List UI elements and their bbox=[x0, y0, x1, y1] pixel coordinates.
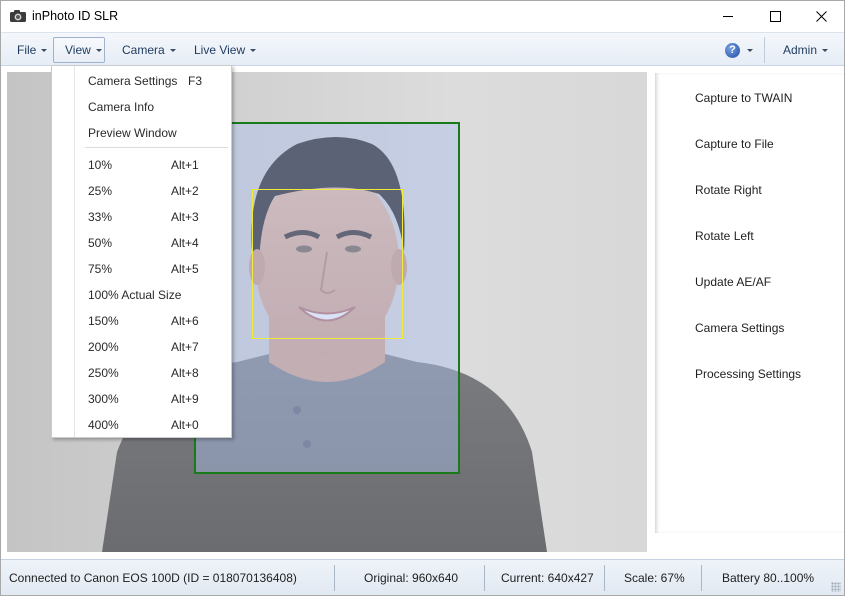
status-bar: Connected to Canon EOS 100D (ID = 018070… bbox=[1, 559, 844, 595]
status-divider bbox=[334, 565, 335, 591]
maximize-button[interactable] bbox=[752, 1, 798, 31]
camera-icon bbox=[10, 10, 26, 22]
menu-view-label: View bbox=[65, 43, 91, 57]
connection-status: Connected to Canon EOS 100D (ID = 018070… bbox=[9, 571, 297, 585]
processing-settings-button[interactable]: Processing Settings bbox=[695, 367, 801, 381]
menu-item-zoom-300[interactable]: 300% Alt+9 bbox=[75, 386, 231, 412]
menu-camera-label: Camera bbox=[122, 43, 165, 57]
menu-item-label: 300% bbox=[88, 392, 119, 406]
menu-item-zoom-150[interactable]: 150% Alt+6 bbox=[75, 308, 231, 334]
menu-item-shortcut: Alt+2 bbox=[171, 184, 199, 198]
menu-live-view[interactable]: Live View bbox=[187, 37, 263, 63]
menu-item-shortcut: Alt+4 bbox=[171, 236, 199, 250]
menu-item-label: Camera Settings bbox=[88, 74, 178, 88]
battery-status: Battery 80..100% bbox=[722, 571, 815, 585]
minimize-button[interactable] bbox=[705, 1, 751, 31]
menu-item-shortcut: Alt+5 bbox=[171, 262, 199, 276]
chevron-down-icon bbox=[822, 48, 829, 52]
menu-item-label: 400% bbox=[88, 418, 119, 432]
menu-item-zoom-250[interactable]: 250% Alt+8 bbox=[75, 360, 231, 386]
menu-item-label: 200% bbox=[88, 340, 119, 354]
menu-item-label: 75% bbox=[88, 262, 113, 276]
chevron-down-icon bbox=[169, 48, 176, 52]
menu-item-zoom-200[interactable]: 200% Alt+7 bbox=[75, 334, 231, 360]
chevron-down-icon bbox=[250, 48, 257, 52]
menu-item-zoom-50[interactable]: 50% Alt+4 bbox=[75, 230, 231, 256]
menu-item-shortcut: Alt+6 bbox=[171, 314, 199, 328]
menu-file[interactable]: File bbox=[10, 37, 54, 63]
update-ae-af-button[interactable]: Update AE/AF bbox=[695, 275, 771, 289]
minimize-icon bbox=[722, 15, 733, 17]
action-panel: Capture to TWAIN Capture to File Rotate … bbox=[655, 73, 844, 533]
capture-to-twain-button[interactable]: Capture to TWAIN bbox=[695, 91, 792, 105]
menu-item-label: 100% Actual Size bbox=[88, 288, 182, 302]
window-title: inPhoto ID SLR bbox=[32, 9, 119, 23]
chevron-down-icon bbox=[41, 48, 48, 52]
app-window: inPhoto ID SLR File View Camera Live Vie… bbox=[0, 0, 845, 596]
menu-item-label: 250% bbox=[88, 366, 119, 380]
menu-item-label: 33% bbox=[88, 210, 113, 224]
menu-item-camera-info[interactable]: Camera Info bbox=[75, 94, 231, 120]
menu-item-shortcut: Alt+3 bbox=[171, 210, 199, 224]
chevron-down-icon bbox=[95, 48, 102, 52]
menu-item-label: Preview Window bbox=[88, 126, 177, 140]
menu-live-view-label: Live View bbox=[194, 43, 246, 57]
menu-camera[interactable]: Camera bbox=[115, 37, 183, 63]
help-button[interactable]: ? bbox=[725, 40, 753, 60]
menu-item-label: 25% bbox=[88, 184, 113, 198]
view-menu-dropdown: Camera Settings F3 Camera Info Preview W… bbox=[51, 65, 232, 438]
user-menu[interactable]: Admin bbox=[776, 37, 835, 63]
menu-item-shortcut: F3 bbox=[188, 74, 203, 88]
close-button[interactable] bbox=[798, 1, 844, 31]
menu-item-shortcut: Alt+1 bbox=[171, 158, 199, 172]
scale-status: Scale: 67% bbox=[624, 571, 685, 585]
menu-item-shortcut: Alt+9 bbox=[171, 392, 199, 406]
menu-item-label: Camera Info bbox=[88, 100, 155, 114]
menu-item-zoom-400[interactable]: 400% Alt+0 bbox=[75, 412, 231, 438]
menu-bar: File View Camera Live View ? Admin bbox=[1, 32, 844, 66]
menu-separator bbox=[85, 147, 228, 148]
face-detection-frame bbox=[252, 189, 403, 339]
menu-file-label: File bbox=[17, 43, 37, 57]
menu-item-preview-window[interactable]: Preview Window bbox=[75, 120, 231, 146]
menu-item-zoom-10[interactable]: 10% Alt+1 bbox=[75, 152, 231, 178]
menu-item-shortcut: Alt+8 bbox=[171, 366, 199, 380]
rotate-right-button[interactable]: Rotate Right bbox=[695, 183, 762, 197]
status-divider bbox=[604, 565, 605, 591]
menu-item-zoom-33[interactable]: 33% Alt+3 bbox=[75, 204, 231, 230]
menu-item-label: 10% bbox=[88, 158, 113, 172]
menu-item-zoom-100[interactable]: 100% Actual Size bbox=[75, 282, 231, 308]
menu-divider bbox=[764, 37, 765, 63]
menu-item-shortcut: Alt+0 bbox=[171, 418, 199, 432]
help-icon: ? bbox=[725, 42, 740, 58]
camera-settings-button[interactable]: Camera Settings bbox=[695, 321, 784, 335]
status-divider bbox=[484, 565, 485, 591]
resize-grip-icon[interactable] bbox=[831, 582, 841, 592]
maximize-icon bbox=[769, 10, 781, 22]
close-icon bbox=[815, 10, 827, 22]
menu-item-shortcut: Alt+7 bbox=[171, 340, 199, 354]
status-divider bbox=[701, 565, 702, 591]
original-size-status: Original: 960x640 bbox=[364, 571, 459, 585]
title-bar: inPhoto ID SLR bbox=[1, 1, 844, 32]
current-size-status: Current: 640x427 bbox=[501, 571, 594, 585]
menu-view[interactable]: View bbox=[53, 37, 105, 63]
menu-item-label: 50% bbox=[88, 236, 113, 250]
chevron-down-icon bbox=[747, 48, 753, 52]
menu-item-camera-settings[interactable]: Camera Settings F3 bbox=[75, 68, 231, 94]
rotate-left-button[interactable]: Rotate Left bbox=[695, 229, 754, 243]
menu-item-zoom-75[interactable]: 75% Alt+5 bbox=[75, 256, 231, 282]
user-menu-label: Admin bbox=[783, 43, 818, 57]
menu-item-zoom-25[interactable]: 25% Alt+2 bbox=[75, 178, 231, 204]
menu-item-label: 150% bbox=[88, 314, 119, 328]
capture-to-file-button[interactable]: Capture to File bbox=[695, 137, 774, 151]
